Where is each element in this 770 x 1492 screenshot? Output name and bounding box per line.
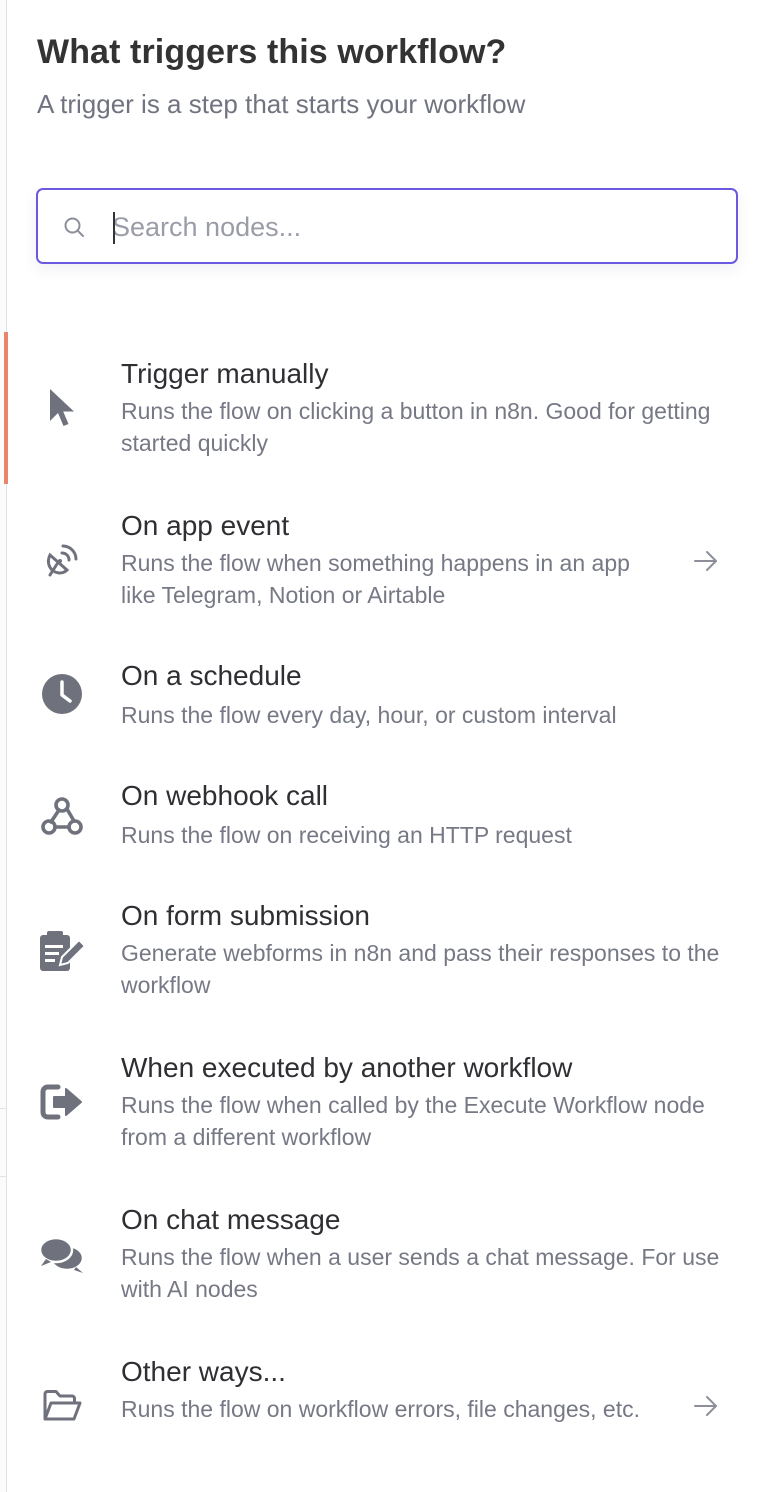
- trigger-title: Other ways...: [121, 1356, 286, 1387]
- on-chat-message-item[interactable]: On chat message Runs the flow when a use…: [6, 1178, 770, 1330]
- trigger-manually-item[interactable]: Trigger manually Runs the flow on clicki…: [4, 332, 770, 484]
- page-title: What triggers this workflow?: [37, 33, 507, 71]
- on-app-event-item[interactable]: On app event Runs the flow when somethin…: [6, 484, 770, 634]
- folder-open-icon: [38, 1382, 86, 1430]
- trigger-description: Runs the flow on receiving an HTTP reque…: [121, 822, 572, 848]
- on-form-submission-item[interactable]: On form submission Generate webforms in …: [6, 874, 770, 1026]
- webhook-icon: [38, 791, 86, 839]
- trigger-description: Runs the flow when something happens in …: [121, 550, 630, 608]
- trigger-description: Runs the flow when a user sends a chat m…: [121, 1244, 720, 1302]
- page-subtitle: A trigger is a step that starts your wor…: [37, 89, 526, 119]
- text-cursor: [113, 212, 115, 244]
- form-edit-icon: [38, 927, 86, 975]
- other-ways-item[interactable]: Other ways... Runs the flow on workflow …: [6, 1330, 770, 1480]
- executed-by-workflow-item[interactable]: When executed by another workflow Runs t…: [6, 1026, 770, 1178]
- search-icon: [64, 217, 84, 237]
- comments-icon: [38, 1231, 86, 1279]
- trigger-title: On form submission: [121, 900, 370, 931]
- trigger-title: When executed by another workflow: [121, 1052, 573, 1083]
- trigger-title: On chat message: [121, 1204, 341, 1235]
- trigger-description: Generate webforms in n8n and pass their …: [121, 940, 720, 998]
- satellite-dish-icon: [38, 535, 86, 583]
- trigger-title: On app event: [121, 510, 290, 541]
- trigger-title: On a schedule: [121, 660, 302, 691]
- on-webhook-call-item[interactable]: On webhook call Runs the flow on receivi…: [6, 754, 770, 874]
- arrow-right-icon[interactable]: [692, 547, 720, 575]
- trigger-title: Trigger manually: [121, 358, 329, 389]
- sign-out-icon: [38, 1078, 86, 1126]
- trigger-description: Runs the flow every day, hour, or custom…: [121, 702, 617, 728]
- clock-icon: [38, 670, 86, 718]
- trigger-selection-panel: What triggers this workflow? A trigger i…: [0, 0, 770, 1492]
- on-schedule-item[interactable]: On a schedule Runs the flow every day, h…: [6, 634, 770, 754]
- trigger-description: Runs the flow when called by the Execute…: [121, 1092, 705, 1150]
- trigger-description: Runs the flow on clicking a button in n8…: [121, 398, 711, 456]
- cursor-icon: [38, 384, 86, 432]
- arrow-right-icon[interactable]: [692, 1392, 720, 1420]
- trigger-title: On webhook call: [121, 780, 329, 811]
- search-box[interactable]: [36, 188, 738, 264]
- trigger-description: Runs the flow on workflow errors, file c…: [121, 1396, 641, 1422]
- search-input[interactable]: [112, 206, 712, 248]
